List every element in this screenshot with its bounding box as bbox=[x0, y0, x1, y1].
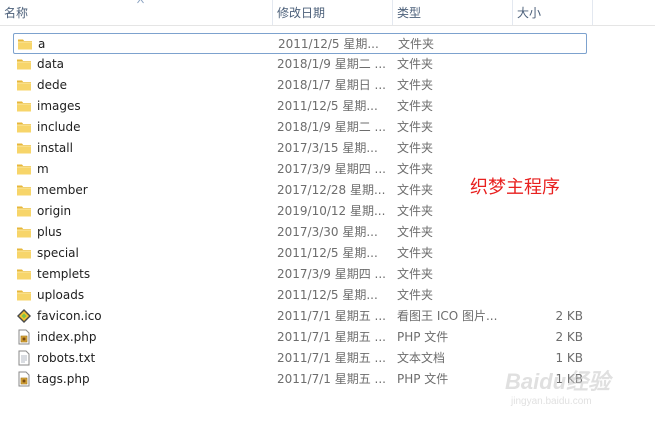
file-type: 文件夹 bbox=[398, 37, 435, 51]
file-date: 2011/12/5 星期... bbox=[277, 246, 378, 260]
file-type: 文件夹 bbox=[397, 162, 434, 176]
file-date: 2017/3/15 星期... bbox=[277, 141, 378, 155]
folder-icon bbox=[16, 119, 32, 135]
file-name: uploads bbox=[37, 288, 85, 302]
folder-icon bbox=[16, 287, 32, 303]
file-name: images bbox=[37, 99, 81, 113]
file-row[interactable]: special 2011/12/5 星期... 文件夹 bbox=[13, 243, 587, 264]
column-header-size[interactable]: 大小 bbox=[512, 0, 592, 25]
file-name: plus bbox=[37, 225, 62, 239]
file-type: 文件夹 bbox=[397, 225, 434, 239]
file-name: tags.php bbox=[37, 372, 90, 386]
file-name: include bbox=[37, 120, 81, 134]
file-row[interactable]: plus 2017/3/30 星期... 文件夹 bbox=[13, 222, 587, 243]
file-row[interactable]: robots.txt 2011/7/1 星期五 ... 文本文档 1 KB bbox=[13, 348, 587, 369]
text-file-icon bbox=[16, 350, 32, 366]
file-row[interactable]: install 2017/3/15 星期... 文件夹 bbox=[13, 138, 587, 159]
folder-icon bbox=[16, 98, 32, 114]
file-type: 文件夹 bbox=[397, 204, 434, 218]
file-row[interactable]: templets 2017/3/9 星期四 ... 文件夹 bbox=[13, 264, 587, 285]
file-type: 文件夹 bbox=[397, 246, 434, 260]
file-row[interactable]: data 2018/1/9 星期二 ... 文件夹 bbox=[13, 54, 587, 75]
file-type: PHP 文件 bbox=[397, 372, 449, 386]
file-date: 2011/12/5 星期... bbox=[277, 288, 378, 302]
file-type: 文件夹 bbox=[397, 183, 434, 197]
file-name: templets bbox=[37, 267, 91, 281]
annotation-label: 织梦主程序 bbox=[470, 177, 560, 198]
file-row[interactable]: images 2011/12/5 星期... 文件夹 bbox=[13, 96, 587, 117]
file-name: dede bbox=[37, 78, 67, 92]
file-date: 2011/7/1 星期五 ... bbox=[277, 372, 386, 386]
folder-icon bbox=[16, 245, 32, 261]
file-type: 文件夹 bbox=[397, 57, 434, 71]
file-type: PHP 文件 bbox=[397, 330, 449, 344]
file-name: index.php bbox=[37, 330, 97, 344]
file-name: member bbox=[37, 183, 88, 197]
file-row[interactable]: index.php 2011/7/1 星期五 ... PHP 文件 2 KB bbox=[13, 327, 587, 348]
file-name: a bbox=[38, 37, 46, 51]
column-header-date-label: 修改日期 bbox=[277, 6, 326, 20]
watermark-url: jingyan.baidu.com bbox=[511, 396, 592, 407]
column-header-name-label: 名称 bbox=[4, 6, 29, 20]
file-row[interactable]: favicon.ico 2011/7/1 星期五 ... 看图王 ICO 图片...… bbox=[13, 306, 587, 327]
folder-icon bbox=[16, 56, 32, 72]
file-name: favicon.ico bbox=[37, 309, 102, 323]
file-type: 文件夹 bbox=[397, 78, 434, 92]
file-type: 文件夹 bbox=[397, 99, 434, 113]
file-size: 2 KB bbox=[555, 309, 583, 323]
column-header-type[interactable]: 类型 bbox=[392, 0, 510, 25]
folder-icon bbox=[16, 140, 32, 156]
file-date: 2017/12/28 星期... bbox=[277, 183, 386, 197]
file-size: 2 KB bbox=[555, 330, 583, 344]
file-date: 2011/7/1 星期五 ... bbox=[277, 351, 386, 365]
folder-icon bbox=[16, 266, 32, 282]
file-row[interactable]: include 2018/1/9 星期二 ... 文件夹 bbox=[13, 117, 587, 138]
folder-icon bbox=[16, 182, 32, 198]
column-header-type-label: 类型 bbox=[397, 6, 422, 20]
file-row[interactable]: uploads 2011/12/5 星期... 文件夹 bbox=[13, 285, 587, 306]
file-type: 文本文档 bbox=[397, 351, 446, 365]
file-date: 2019/10/12 星期... bbox=[277, 204, 386, 218]
file-date: 2011/12/5 星期... bbox=[277, 99, 378, 113]
watermark-brand: Baidu经验 bbox=[505, 369, 611, 394]
file-date: 2011/12/5 星期... bbox=[278, 37, 379, 51]
file-name: special bbox=[37, 246, 79, 260]
watermark: Baidu经验 jingyan.baidu.com bbox=[505, 364, 625, 414]
file-type: 文件夹 bbox=[397, 267, 434, 281]
file-row[interactable]: origin 2019/10/12 星期... 文件夹 bbox=[13, 201, 587, 222]
file-date: 2017/3/9 星期四 ... bbox=[277, 267, 386, 281]
file-date: 2011/7/1 星期五 ... bbox=[277, 309, 386, 323]
php-file-icon bbox=[16, 329, 32, 345]
file-row[interactable]: a 2011/12/5 星期... 文件夹 bbox=[13, 33, 587, 54]
file-name: m bbox=[37, 162, 49, 176]
file-name: install bbox=[37, 141, 73, 155]
file-type: 文件夹 bbox=[397, 120, 434, 134]
folder-icon bbox=[17, 36, 33, 52]
php-file-icon bbox=[16, 371, 32, 387]
file-name: robots.txt bbox=[37, 351, 96, 365]
file-type: 文件夹 bbox=[397, 288, 434, 302]
column-header-end bbox=[592, 0, 593, 25]
file-type: 文件夹 bbox=[397, 141, 434, 155]
file-row[interactable]: dede 2018/1/7 星期日 ... 文件夹 bbox=[13, 75, 587, 96]
file-date: 2017/3/9 星期四 ... bbox=[277, 162, 386, 176]
column-header-date[interactable]: 修改日期 bbox=[272, 0, 390, 25]
file-name: origin bbox=[37, 204, 72, 218]
folder-icon bbox=[16, 77, 32, 93]
column-header: 名称 修改日期 类型 大小 bbox=[0, 0, 655, 26]
file-row[interactable]: tags.php 2011/7/1 星期五 ... PHP 文件 1 KB bbox=[13, 369, 587, 390]
file-date: 2018/1/9 星期二 ... bbox=[277, 120, 386, 134]
folder-icon bbox=[16, 203, 32, 219]
column-header-name[interactable]: 名称 bbox=[0, 0, 270, 25]
file-date: 2018/1/7 星期日 ... bbox=[277, 78, 386, 92]
folder-icon bbox=[16, 224, 32, 240]
image-file-icon bbox=[16, 308, 32, 324]
file-date: 2018/1/9 星期二 ... bbox=[277, 57, 386, 71]
file-date: 2017/3/30 星期... bbox=[277, 225, 378, 239]
folder-icon bbox=[16, 161, 32, 177]
file-name: data bbox=[37, 57, 65, 71]
file-type: 看图王 ICO 图片... bbox=[397, 309, 498, 323]
column-header-size-label: 大小 bbox=[517, 6, 542, 20]
file-date: 2011/7/1 星期五 ... bbox=[277, 330, 386, 344]
